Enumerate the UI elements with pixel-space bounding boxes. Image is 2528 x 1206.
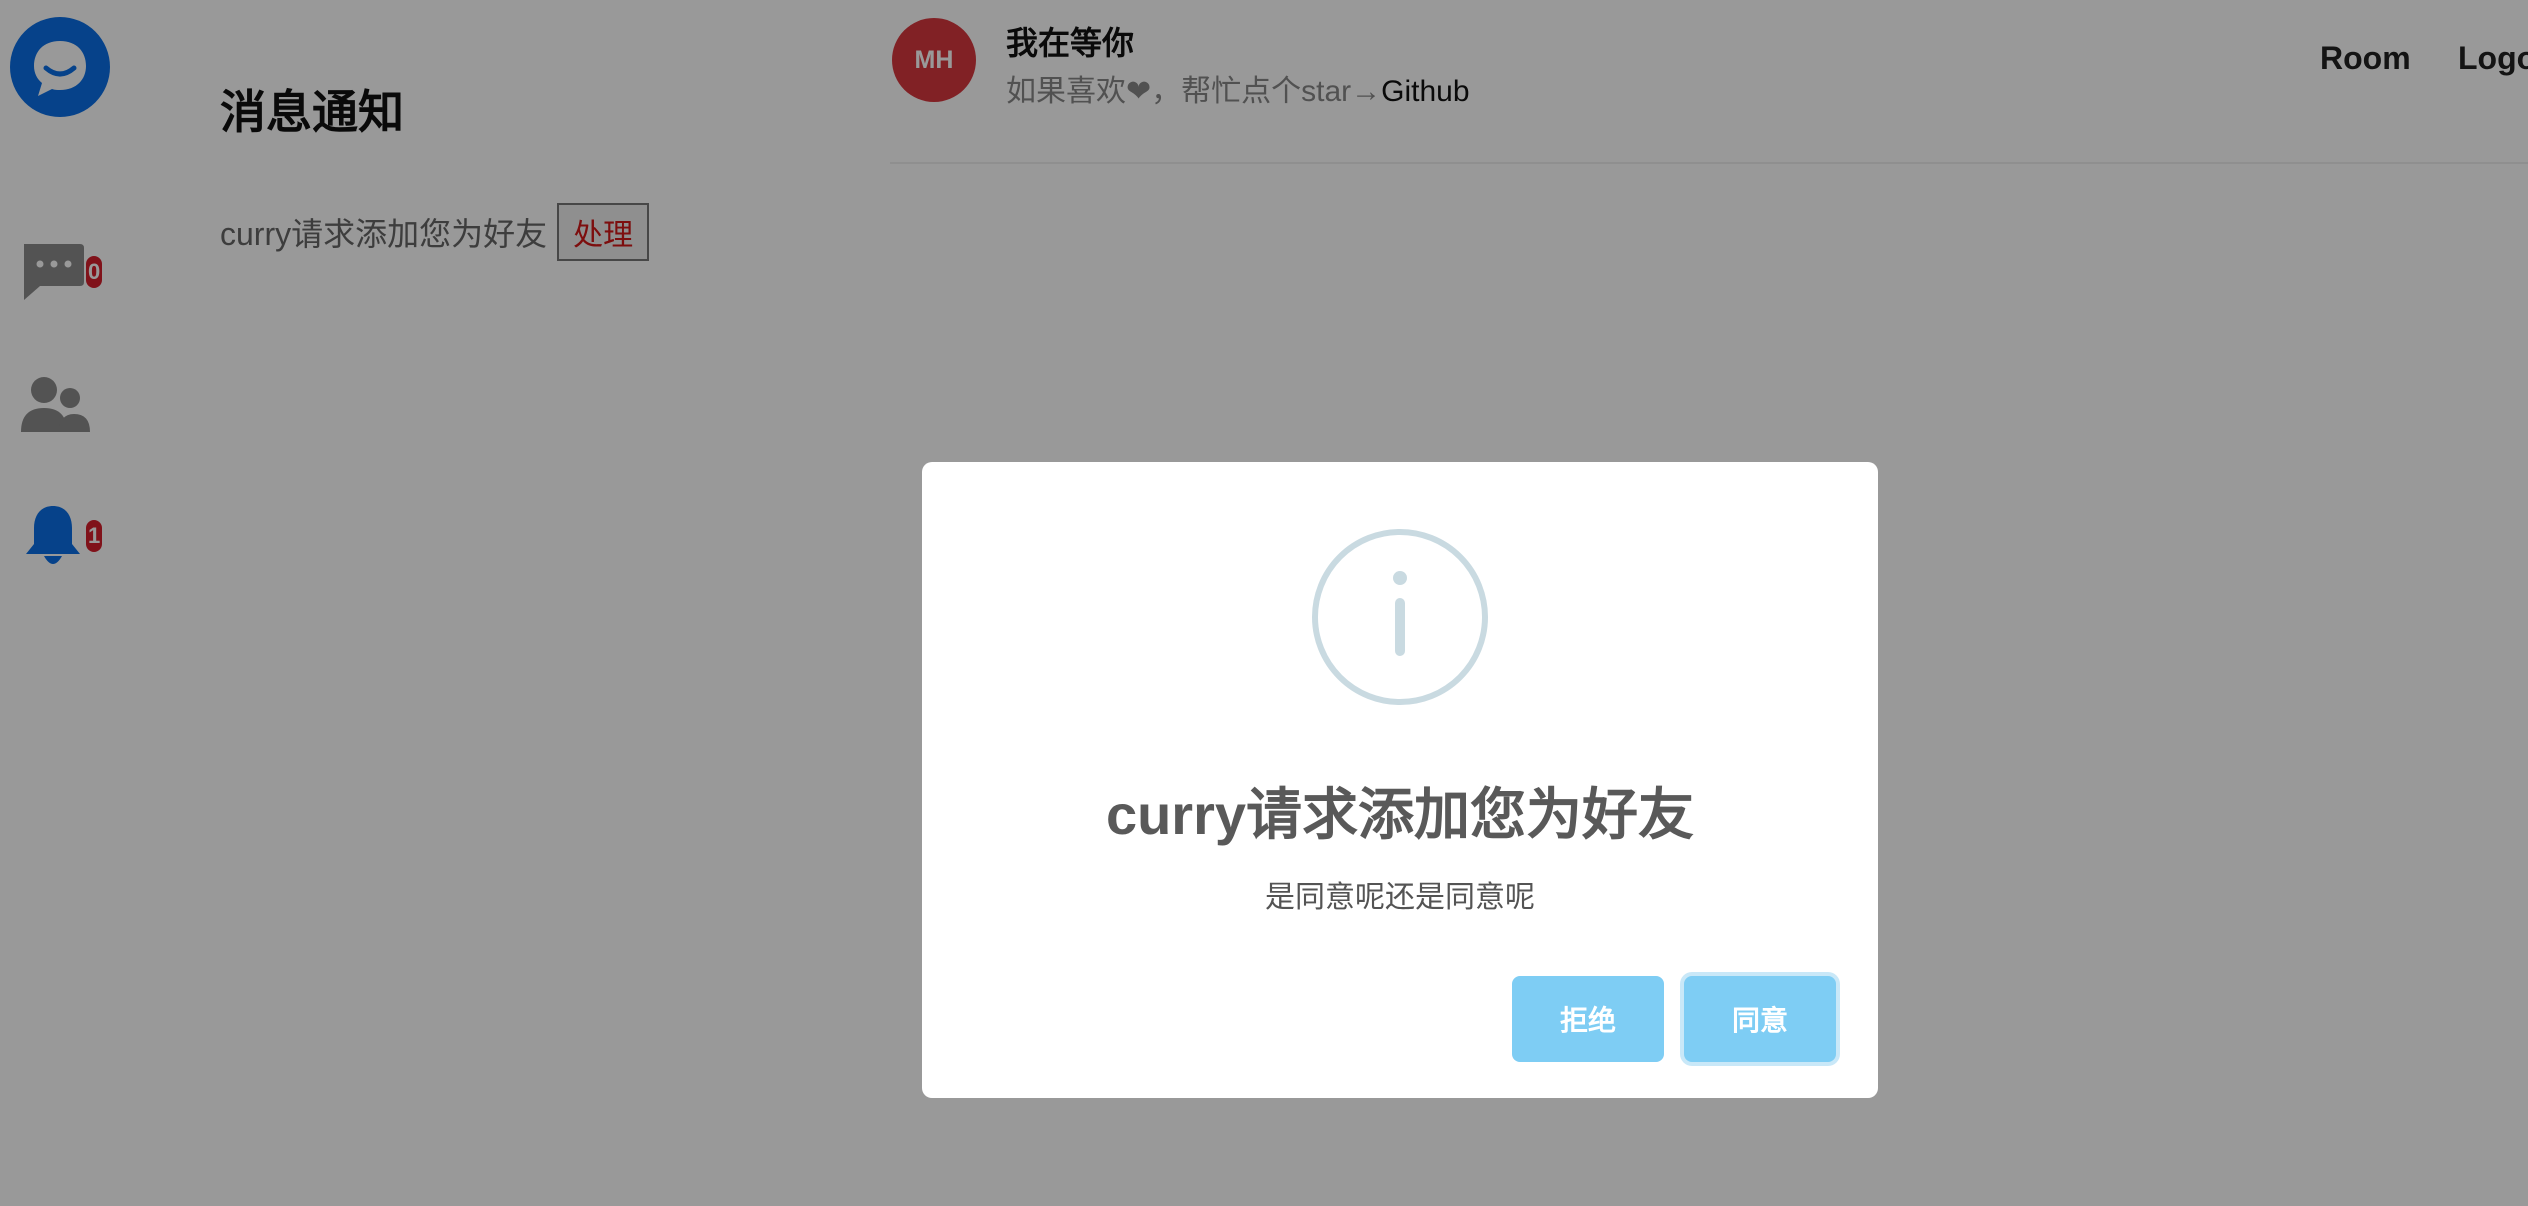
dialog-title: curry请求添加您为好友 (1105, 783, 1695, 846)
accept-button[interactable]: 同意 (1684, 976, 1836, 1062)
app-root: 0 1 消息通知 curry请求添加您为好友 处理 MH 我在等你 如果喜欢❤，… (0, 0, 2528, 1206)
reject-button[interactable]: 拒绝 (1512, 976, 1664, 1062)
friend-request-dialog: curry请求添加您为好友 是同意呢还是同意呢 拒绝 同意 (922, 462, 1878, 1098)
info-icon (1312, 529, 1488, 705)
dialog-message: 是同意呢还是同意呢 (1265, 881, 1535, 914)
